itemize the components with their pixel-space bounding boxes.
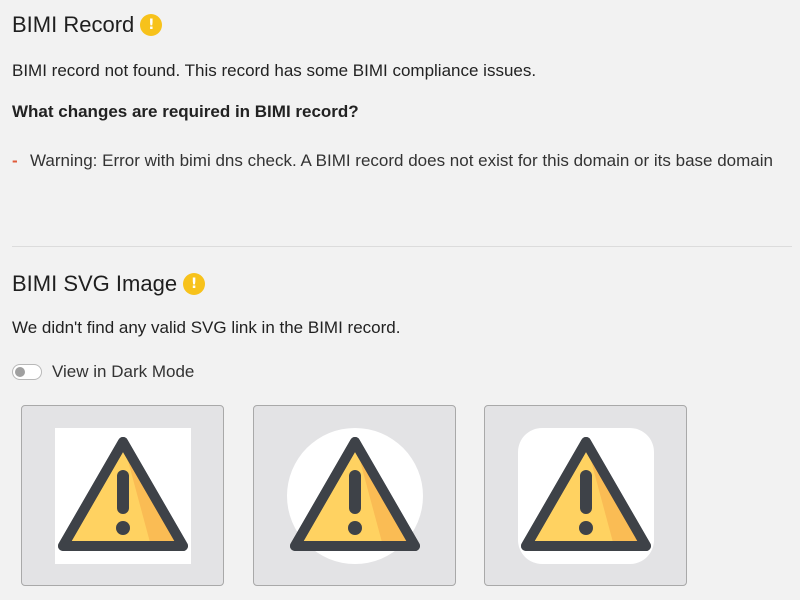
- dark-mode-toggle-row[interactable]: View in Dark Mode: [12, 362, 194, 382]
- warning-text: Warning: Error with bimi dns check. A BI…: [30, 151, 773, 170]
- warning-bullet: -: [12, 151, 18, 170]
- warning-triangle-icon: [521, 437, 651, 551]
- bimi-record-title: BIMI Record !: [12, 12, 163, 38]
- bimi-svg-title-text: BIMI SVG Image: [12, 271, 178, 296]
- dark-mode-toggle[interactable]: [12, 364, 42, 380]
- warning-triangle-icon: [290, 437, 420, 551]
- warning-badge-icon: !: [140, 14, 163, 36]
- changes-heading: What changes are required in BIMI record…: [12, 102, 359, 121]
- preview-card-rounded: [484, 405, 687, 586]
- warning-list-item: - Warning: Error with bimi dns check. A …: [12, 146, 792, 175]
- preview-card-circle: [253, 405, 456, 586]
- bimi-svg-status: We didn't find any valid SVG link in the…: [12, 318, 401, 337]
- bimi-svg-title: BIMI SVG Image !: [12, 271, 206, 297]
- warning-triangle-icon: [58, 437, 188, 551]
- bimi-record-title-text: BIMI Record: [12, 12, 135, 37]
- toggle-knob: [15, 367, 25, 377]
- section-divider: [12, 246, 792, 247]
- bimi-record-status: BIMI record not found. This record has s…: [12, 61, 537, 80]
- warning-badge-icon: !: [183, 273, 206, 295]
- preview-card-square: [21, 405, 224, 586]
- dark-mode-label: View in Dark Mode: [52, 362, 195, 381]
